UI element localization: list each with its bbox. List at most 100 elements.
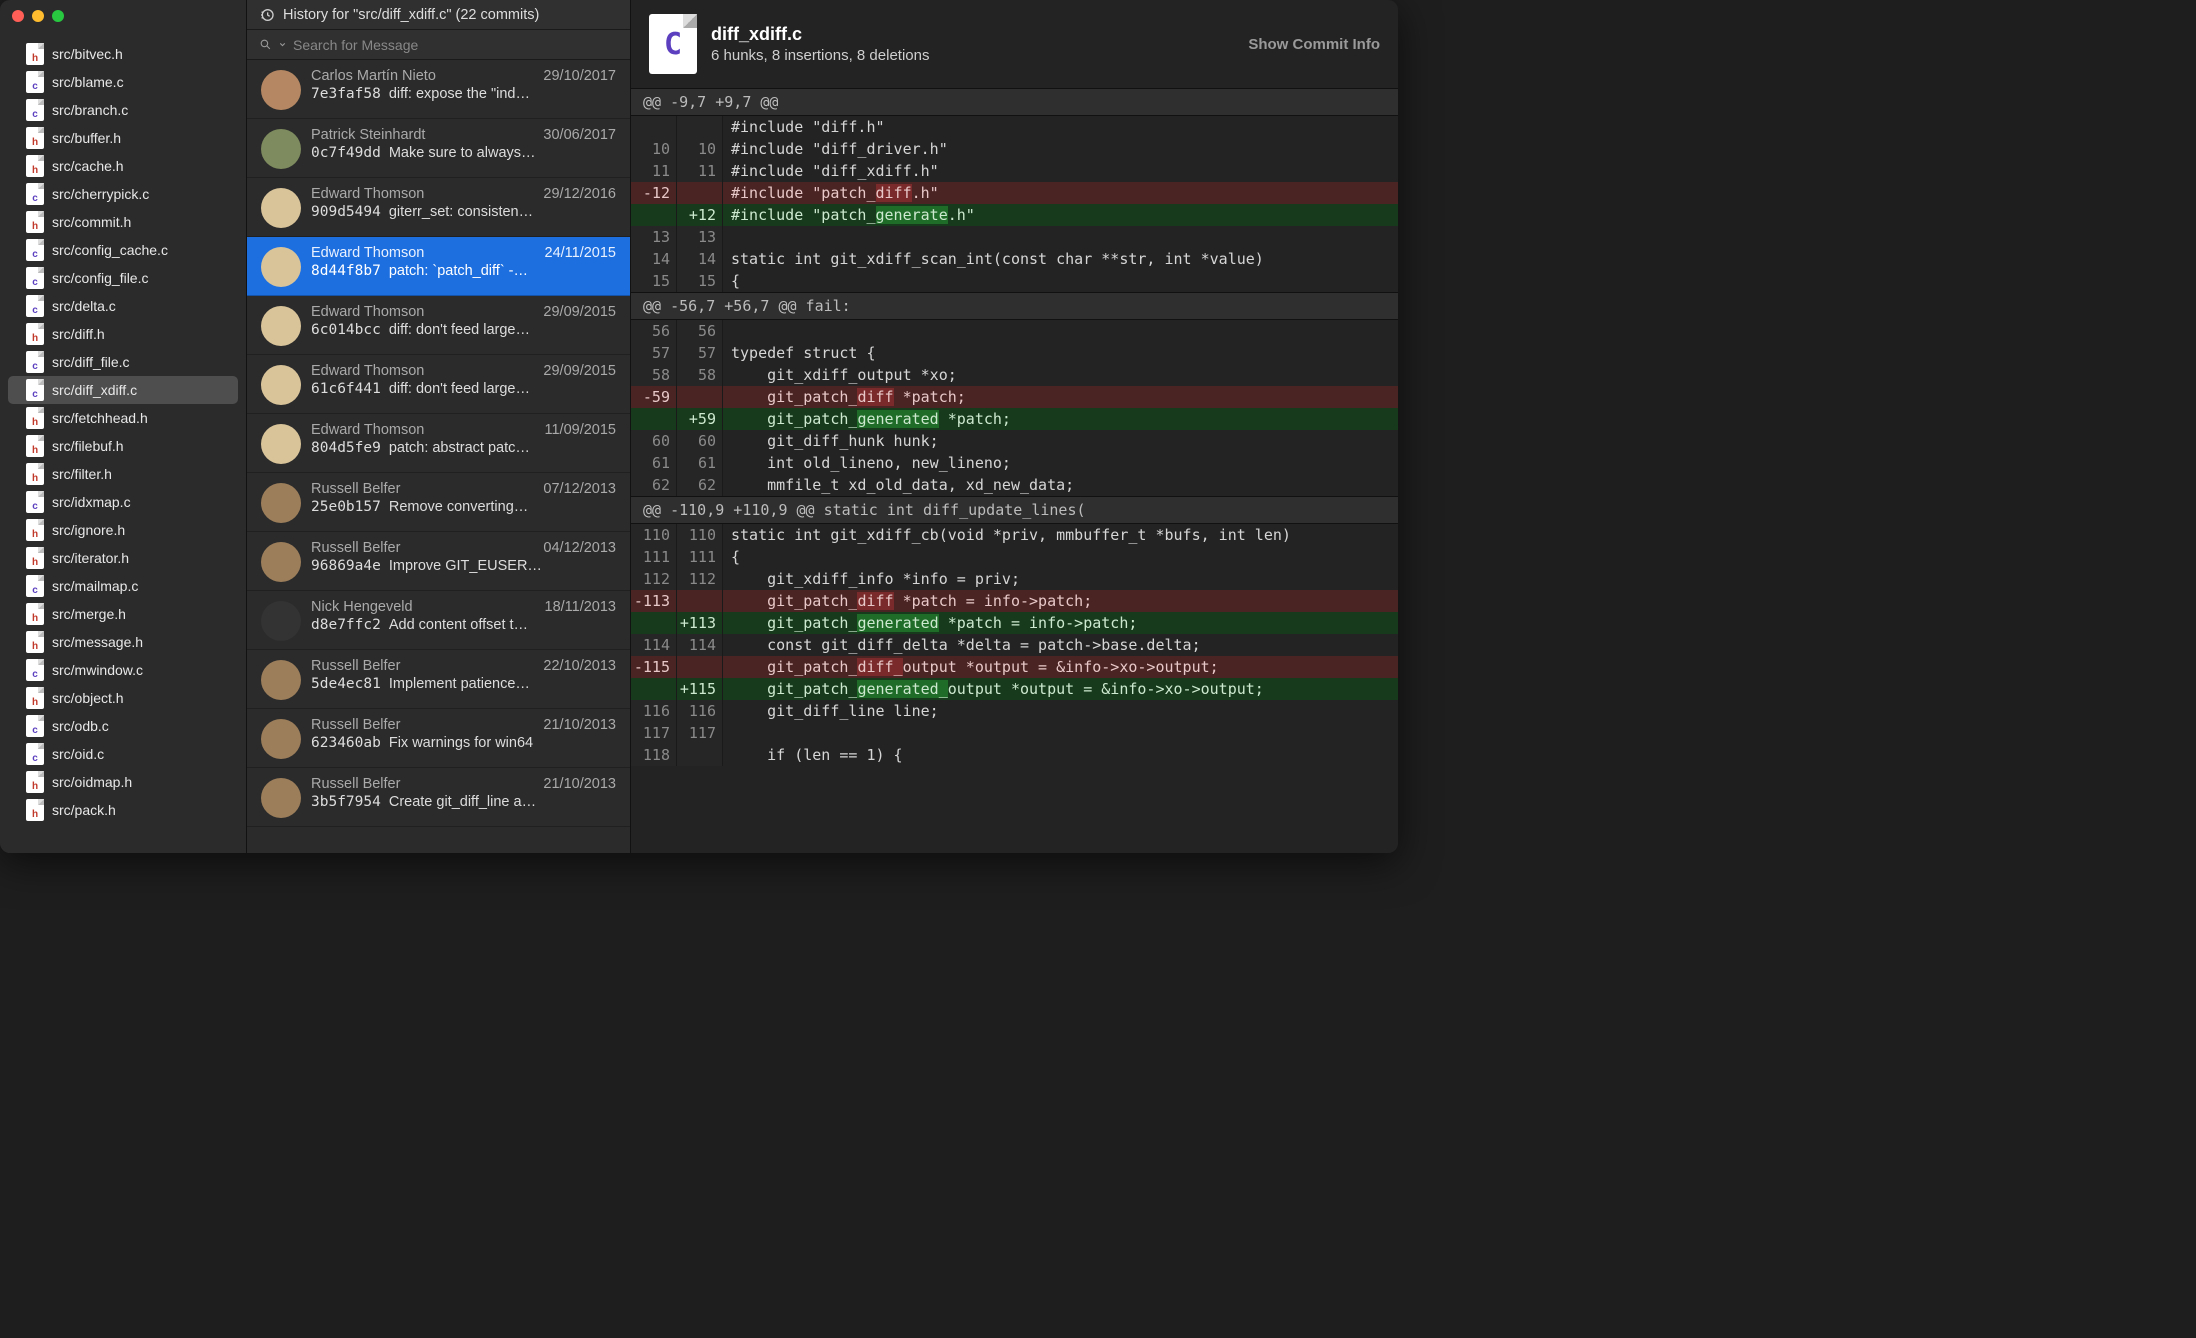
diff-line: 5858 git_xdiff_output *xo; — [631, 364, 1398, 386]
avatar — [261, 778, 301, 818]
sidebar-file[interactable]: hsrc/message.h — [8, 628, 238, 656]
history-search[interactable] — [247, 30, 630, 60]
sidebar-file[interactable]: hsrc/fetchhead.h — [8, 404, 238, 432]
commit-row[interactable]: Russell Belfer22/10/20135de4ec81Implemen… — [247, 650, 630, 709]
search-input[interactable] — [293, 37, 618, 53]
sidebar-file[interactable]: csrc/blame.c — [8, 68, 238, 96]
new-line-number: 56 — [677, 320, 723, 342]
header-file-icon: h — [26, 799, 44, 821]
diff-line: -12#include "patch_diff.h" — [631, 182, 1398, 204]
diff-line: 117117 — [631, 722, 1398, 744]
sidebar-file[interactable]: csrc/config_cache.c — [8, 236, 238, 264]
commit-author: Russell Belfer — [311, 776, 400, 792]
new-line-number — [677, 590, 723, 612]
diff-line: 1515{ — [631, 270, 1398, 292]
commit-message: diff: don't feed large… — [389, 322, 616, 338]
commit-list[interactable]: Carlos Martín Nieto29/10/20177e3faf58dif… — [247, 60, 630, 853]
old-line-number: -113 — [631, 590, 677, 612]
sidebar-file[interactable]: csrc/branch.c — [8, 96, 238, 124]
new-line-number — [677, 656, 723, 678]
commit-row[interactable]: Nick Hengeveld18/11/2013d8e7ffc2Add cont… — [247, 591, 630, 650]
avatar — [261, 719, 301, 759]
commit-author: Russell Belfer — [311, 481, 400, 497]
commit-row[interactable]: Patrick Steinhardt30/06/20170c7f49ddMake… — [247, 119, 630, 178]
avatar — [261, 542, 301, 582]
diff-header: C diff_xdiff.c 6 hunks, 8 insertions, 8 … — [631, 0, 1398, 88]
sidebar-file[interactable]: csrc/idxmap.c — [8, 488, 238, 516]
file-name: src/branch.c — [52, 102, 128, 118]
commit-message: Create git_diff_line a… — [389, 794, 616, 810]
minimize-icon[interactable] — [32, 10, 44, 22]
sidebar-file[interactable]: hsrc/commit.h — [8, 208, 238, 236]
sidebar-file[interactable]: hsrc/oidmap.h — [8, 768, 238, 796]
commit-row[interactable]: Edward Thomson11/09/2015804d5fe9patch: a… — [247, 414, 630, 473]
sidebar-file[interactable]: hsrc/cache.h — [8, 152, 238, 180]
commit-message: diff: don't feed large… — [389, 381, 616, 397]
old-line-number: 15 — [631, 270, 677, 292]
file-name: src/filter.h — [52, 466, 112, 482]
file-name: src/iterator.h — [52, 550, 129, 566]
sidebar-file[interactable]: hsrc/filter.h — [8, 460, 238, 488]
sidebar-file[interactable]: hsrc/bitvec.h — [8, 40, 238, 68]
commit-message: Make sure to always… — [389, 145, 616, 161]
sidebar-file[interactable]: hsrc/ignore.h — [8, 516, 238, 544]
close-icon[interactable] — [12, 10, 24, 22]
diff-line: 6161 int old_lineno, new_lineno; — [631, 452, 1398, 474]
code-content: static int git_xdiff_cb(void *priv, mmbu… — [723, 524, 1398, 546]
sidebar-file[interactable]: csrc/odb.c — [8, 712, 238, 740]
sidebar-file[interactable]: hsrc/iterator.h — [8, 544, 238, 572]
search-icon — [259, 38, 272, 51]
c-file-icon: c — [26, 715, 44, 737]
commit-row[interactable]: Russell Belfer21/10/20133b5f7954Create g… — [247, 768, 630, 827]
file-sidebar[interactable]: hsrc/bitvec.hcsrc/blame.ccsrc/branch.chs… — [0, 0, 247, 853]
sidebar-file[interactable]: csrc/diff_xdiff.c — [8, 376, 238, 404]
commit-message: Add content offset t… — [389, 617, 616, 633]
maximize-icon[interactable] — [52, 10, 64, 22]
commit-row[interactable]: Russell Belfer04/12/201396869a4eImprove … — [247, 532, 630, 591]
new-line-number: 61 — [677, 452, 723, 474]
diff-line: 116116 git_diff_line line; — [631, 700, 1398, 722]
commit-row[interactable]: Edward Thomson24/11/20158d44f8b7patch: `… — [247, 237, 630, 296]
sidebar-file[interactable]: hsrc/diff.h — [8, 320, 238, 348]
commit-row[interactable]: Edward Thomson29/09/201561c6f441diff: do… — [247, 355, 630, 414]
commit-sha: 804d5fe9 — [311, 440, 381, 456]
commit-row[interactable]: Carlos Martín Nieto29/10/20177e3faf58dif… — [247, 60, 630, 119]
file-name: src/buffer.h — [52, 130, 121, 146]
diff-title: diff_xdiff.c 6 hunks, 8 insertions, 8 de… — [711, 24, 929, 64]
code-content — [723, 722, 1398, 744]
sidebar-file[interactable]: hsrc/filebuf.h — [8, 432, 238, 460]
diff-line: 6060 git_diff_hunk hunk; — [631, 430, 1398, 452]
sidebar-file[interactable]: csrc/config_file.c — [8, 264, 238, 292]
commit-row[interactable]: Edward Thomson29/09/20156c014bccdiff: do… — [247, 296, 630, 355]
sidebar-file[interactable]: csrc/mwindow.c — [8, 656, 238, 684]
diff-body[interactable]: @@ -9,7 +9,7 @@#include "diff.h"1010#inc… — [631, 88, 1398, 853]
old-line-number — [631, 116, 677, 138]
sidebar-file[interactable]: csrc/mailmap.c — [8, 572, 238, 600]
commit-row[interactable]: Russell Belfer21/10/2013623460abFix warn… — [247, 709, 630, 768]
old-line-number: -12 — [631, 182, 677, 204]
sidebar-file[interactable]: hsrc/pack.h — [8, 796, 238, 824]
file-name: src/bitvec.h — [52, 46, 123, 62]
sidebar-file[interactable]: csrc/delta.c — [8, 292, 238, 320]
chevron-down-icon[interactable] — [278, 40, 287, 49]
sidebar-file[interactable]: hsrc/merge.h — [8, 600, 238, 628]
file-type-icon: C — [649, 14, 697, 74]
code-content: { — [723, 546, 1398, 568]
show-commit-info-button[interactable]: Show Commit Info — [1248, 36, 1380, 53]
code-content: git_patch_generated *patch; — [723, 408, 1398, 430]
sidebar-file[interactable]: hsrc/object.h — [8, 684, 238, 712]
sidebar-file[interactable]: csrc/diff_file.c — [8, 348, 238, 376]
sidebar-file[interactable]: csrc/cherrypick.c — [8, 180, 238, 208]
commit-message: Remove converting… — [389, 499, 616, 515]
commit-row[interactable]: Russell Belfer07/12/201325e0b157Remove c… — [247, 473, 630, 532]
c-file-icon: c — [26, 267, 44, 289]
commit-date: 22/10/2013 — [543, 658, 616, 674]
old-line-number: 60 — [631, 430, 677, 452]
avatar — [261, 365, 301, 405]
sidebar-file[interactable]: csrc/oid.c — [8, 740, 238, 768]
sidebar-file[interactable]: hsrc/buffer.h — [8, 124, 238, 152]
commit-date: 18/11/2013 — [545, 599, 617, 615]
commit-row[interactable]: Edward Thomson29/12/2016909d5494giterr_s… — [247, 178, 630, 237]
avatar — [261, 306, 301, 346]
new-line-number: 117 — [677, 722, 723, 744]
